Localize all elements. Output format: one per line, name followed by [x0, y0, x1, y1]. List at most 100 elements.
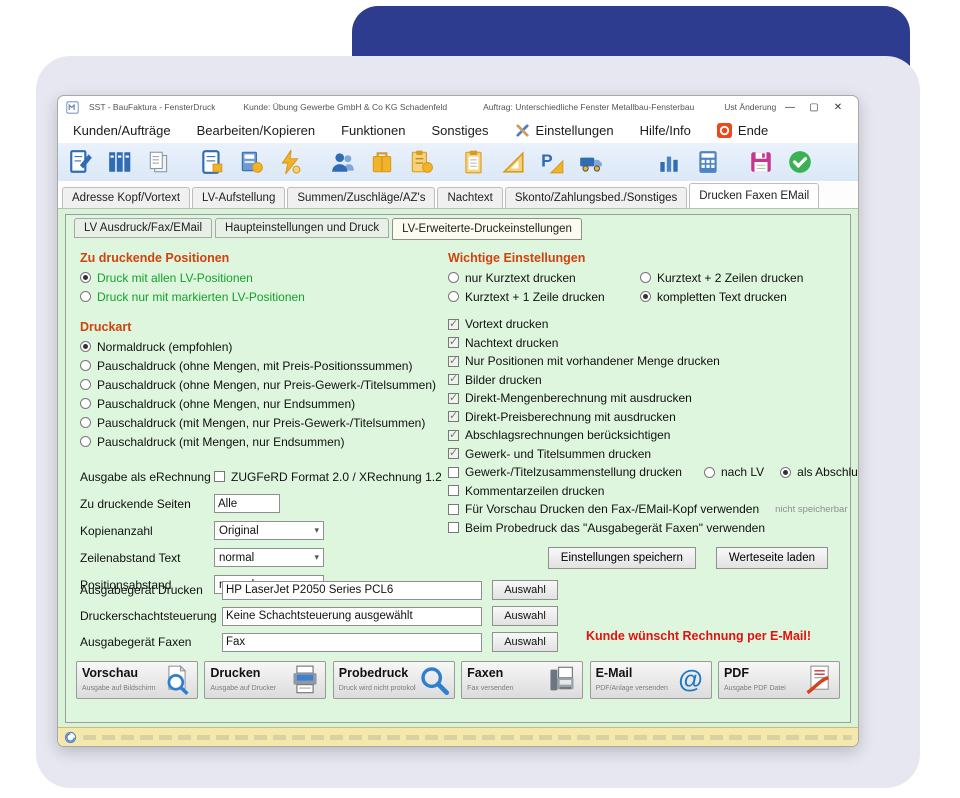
menu-kunden-auftraege[interactable]: Kunden/Aufträge	[60, 120, 184, 141]
checkbox-box	[448, 337, 459, 348]
vorschau-button[interactable]: Vorschau Ausgabe auf Bildschirm	[76, 661, 198, 699]
binders-icon[interactable]	[107, 149, 133, 175]
users-icon[interactable]	[330, 149, 356, 175]
radio-kurztext-2-zeilen[interactable]: Kurztext + 2 Zeilen drucken	[640, 268, 852, 287]
seiten-input[interactable]	[214, 494, 280, 513]
faxen-button[interactable]: Faxen Fax versenden	[461, 661, 583, 699]
check-nachtext-drucken[interactable]: Nachtext drucken	[448, 334, 852, 353]
email-button[interactable]: E-Mail PDF/Anlage versenden @	[590, 661, 712, 699]
app-icon	[66, 101, 79, 114]
set-square-icon[interactable]	[500, 149, 526, 175]
radio-pauschal-mengen-gewerksummen[interactable]: Pauschaldruck (mit Mengen, nur Preis-Gew…	[80, 413, 446, 432]
row-ausgabegeraet-drucken: Ausgabegerät Drucken Auswahl	[80, 577, 620, 603]
chevron-down-icon: ▾	[314, 552, 319, 563]
copy-icon[interactable]	[146, 149, 172, 175]
output-action-bar: Vorschau Ausgabe auf Bildschirm Drucken …	[76, 661, 840, 699]
drucken-button[interactable]: Drucken Ausgabe auf Drucker	[204, 661, 326, 699]
tab-lv-aufstellung[interactable]: LV-Aufstellung	[192, 187, 285, 208]
check-nur-positionen-mit-menge[interactable]: Nur Positionen mit vorhandener Menge dru…	[448, 352, 852, 371]
close-button[interactable]: ✕	[826, 102, 850, 113]
print-settings-panel: LV Ausdruck/Fax/EMail Haupteinstellungen…	[65, 214, 851, 723]
menu-bar: Kunden/Aufträge Bearbeiten/Kopieren Funk…	[58, 118, 858, 143]
checkbox-box	[448, 485, 459, 496]
check-gewerk-titelsummen[interactable]: Gewerk- und Titelsummen drucken	[448, 445, 852, 464]
menu-einstellungen[interactable]: Einstellungen	[502, 120, 627, 141]
radio-nur-kurztext[interactable]: nur Kurztext drucken	[448, 268, 640, 287]
section-header-wichtige-einstellungen: Wichtige Einstellungen	[448, 251, 852, 265]
einstellungen-speichern-button[interactable]: Einstellungen speichern	[548, 547, 696, 569]
package-icon[interactable]	[369, 149, 395, 175]
ok-icon[interactable]	[787, 149, 813, 175]
maximize-button[interactable]: ▢	[802, 102, 826, 113]
magnifier-icon	[419, 665, 449, 695]
fax-input[interactable]	[222, 633, 482, 652]
checkbox-box	[448, 467, 459, 478]
tab-drucken-faxen-email[interactable]: Drucken Faxen EMail	[689, 183, 819, 208]
check-direkt-mengenberechnung[interactable]: Direkt-Mengenberechnung mit ausdrucken	[448, 389, 852, 408]
check-probedruck-ausgabegeraet-faxen[interactable]: Beim Probedruck das "Ausgabegerät Faxen"…	[448, 519, 852, 538]
menu-bearbeiten-kopieren[interactable]: Bearbeiten/Kopieren	[184, 120, 329, 141]
bar-chart-icon[interactable]	[656, 149, 682, 175]
fax-auswahl-button[interactable]: Auswahl	[492, 632, 558, 652]
kopienanzahl-select[interactable]: Original▾	[214, 521, 324, 540]
pdf-button[interactable]: PDF Ausgabe PDF Datei	[718, 661, 840, 699]
radio-als-abschluss[interactable]	[780, 467, 791, 478]
checkbox-box	[214, 471, 225, 482]
probedruck-button[interactable]: Probedruck Druck wird nicht protokollier…	[333, 661, 455, 699]
check-gewerk-titelzusammenstellung[interactable]: Gewerk-/Titelzusammenstellung drucken na…	[448, 463, 852, 482]
lightning-icon[interactable]	[277, 149, 303, 175]
section-header-positionen: Zu druckende Positionen	[80, 251, 446, 265]
ledger-icon[interactable]	[199, 149, 225, 175]
row-seiten: Zu druckende Seiten	[80, 490, 446, 517]
checkbox-zugferd[interactable]: ZUGFeRD Format 2.0 / XRechnung 1.2	[214, 470, 442, 484]
drucker-auswahl-button[interactable]: Auswahl	[492, 580, 558, 600]
clipboard-sum-icon[interactable]	[408, 149, 434, 175]
calculator-icon[interactable]	[695, 149, 721, 175]
radio-pauschal-positionssummen[interactable]: Pauschaldruck (ohne Mengen, mit Preis-Po…	[80, 356, 446, 375]
menu-ende[interactable]: Ende	[704, 120, 781, 141]
zeilenabstand-select[interactable]: normal▾	[214, 548, 324, 567]
check-kommentarzeilen[interactable]: Kommentarzeilen drucken	[448, 482, 852, 501]
document-edit-icon[interactable]	[68, 149, 94, 175]
radio-druck-markierte-positionen[interactable]: Druck nur mit markierten LV-Positionen	[80, 287, 446, 306]
schacht-input[interactable]	[222, 607, 482, 626]
menu-hilfe-info[interactable]: Hilfe/Info	[627, 120, 704, 141]
drucker-input[interactable]	[222, 581, 482, 600]
check-abschlagsrechnungen[interactable]: Abschlagsrechnungen berücksichtigen	[448, 426, 852, 445]
cash-register-icon[interactable]	[238, 149, 264, 175]
radio-normaldruck[interactable]: Normaldruck (empfohlen)	[80, 337, 446, 356]
save-icon[interactable]	[748, 149, 774, 175]
radio-druck-alle-positionen[interactable]: Druck mit allen LV-Positionen	[80, 268, 446, 287]
tab-nachtext[interactable]: Nachtext	[437, 187, 502, 208]
status-bar	[58, 727, 858, 746]
tab-summen-zuschlaege[interactable]: Summen/Zuschläge/AZ's	[287, 187, 435, 208]
clipboard-icon[interactable]	[461, 149, 487, 175]
window-title-customer: Kunde: Übung Gewerbe GmbH & Co KG Schade…	[243, 102, 447, 112]
radio-nach-lv[interactable]	[704, 467, 715, 478]
label-ausgabegeraet-faxen: Ausgabegerät Faxen	[80, 635, 222, 649]
menu-sonstiges[interactable]: Sonstiges	[418, 120, 501, 141]
subtab-haupteinstellungen[interactable]: Haupteinstellungen und Druck	[215, 218, 389, 238]
schacht-auswahl-button[interactable]: Auswahl	[492, 606, 558, 626]
radio-kurztext-1-zeile[interactable]: Kurztext + 1 Zeile drucken	[448, 287, 640, 306]
radio-pauschal-mengen-endsummen[interactable]: Pauschaldruck (mit Mengen, nur Endsummen…	[80, 432, 446, 451]
menu-funktionen[interactable]: Funktionen	[328, 120, 418, 141]
tab-skonto-zahlungsbed[interactable]: Skonto/Zahlungsbed./Sonstiges	[505, 187, 687, 208]
check-bilder-drucken[interactable]: Bilder drucken	[448, 371, 852, 390]
radio-pauschal-gewerksummen[interactable]: Pauschaldruck (ohne Mengen, nur Preis-Ge…	[80, 375, 446, 394]
subtab-lv-ausdruck-fax-email[interactable]: LV Ausdruck/Fax/EMail	[74, 218, 212, 238]
label-erechnung: Ausgabe als eRechnung	[80, 470, 214, 484]
check-vorschau-fax-email-kopf[interactable]: Für Vorschau Drucken den Fax-/EMail-Kopf…	[448, 500, 852, 519]
radio-kompletten-text[interactable]: kompletten Text drucken	[640, 287, 852, 306]
radio-circle	[640, 272, 651, 283]
subtab-lv-erweiterte-druckeinstellungen[interactable]: LV-Erweiterte-Druckeinstellungen	[392, 218, 582, 240]
zusammenstellung-radio-group: nach LV als Abschluß	[704, 465, 859, 479]
minimize-button[interactable]: —	[778, 102, 802, 113]
price-ruler-icon[interactable]: P	[539, 149, 565, 175]
werteseite-laden-button[interactable]: Werteseite laden	[716, 547, 828, 569]
check-direkt-preisberechnung[interactable]: Direkt-Preisberechnung mit ausdrucken	[448, 408, 852, 427]
check-vortext-drucken[interactable]: Vortext drucken	[448, 315, 852, 334]
tab-adresse-kopf-vortext[interactable]: Adresse Kopf/Vortext	[62, 187, 190, 208]
radio-pauschal-endsummen[interactable]: Pauschaldruck (ohne Mengen, nur Endsumme…	[80, 394, 446, 413]
truck-icon[interactable]	[578, 149, 604, 175]
